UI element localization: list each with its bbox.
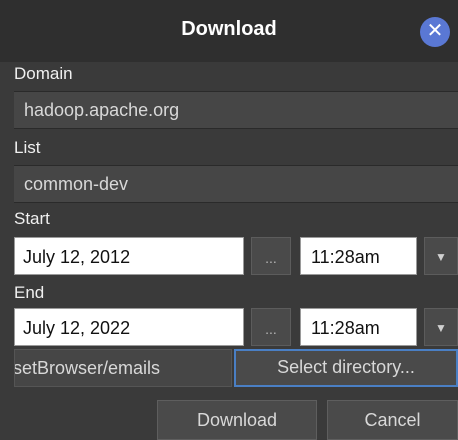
end-time-dropdown-icon[interactable]: ▼ bbox=[424, 308, 458, 346]
download-dialog: Download ✕ Domain hadoop.apache.org List… bbox=[0, 0, 458, 440]
end-date-input[interactable]: July 12, 2022 bbox=[14, 308, 244, 346]
list-label: List bbox=[14, 138, 41, 157]
title-bar: Download ✕ bbox=[0, 0, 458, 62]
domain-label: Domain bbox=[14, 64, 73, 83]
start-label: Start bbox=[14, 209, 50, 228]
directory-path-text: setBrowser/emails bbox=[14, 358, 161, 378]
divider bbox=[14, 128, 458, 129]
download-button[interactable]: Download bbox=[157, 400, 317, 440]
close-icon[interactable]: ✕ bbox=[420, 17, 450, 47]
domain-field: hadoop.apache.org bbox=[14, 91, 458, 128]
start-date-picker-button[interactable]: ... bbox=[251, 237, 291, 275]
list-field: common-dev bbox=[14, 165, 458, 202]
start-date-input[interactable]: July 12, 2012 bbox=[14, 237, 244, 275]
end-time-input[interactable]: 11:28am bbox=[300, 308, 417, 346]
dialog-title: Download bbox=[181, 18, 277, 40]
directory-path-field[interactable]: setBrowser/emails bbox=[14, 349, 232, 387]
select-directory-button[interactable]: Select directory... bbox=[234, 349, 458, 387]
start-time-dropdown-icon[interactable]: ▼ bbox=[424, 237, 458, 275]
divider bbox=[14, 202, 458, 203]
start-time-input[interactable]: 11:28am bbox=[300, 237, 417, 275]
end-date-picker-button[interactable]: ... bbox=[251, 308, 291, 346]
end-label: End bbox=[14, 283, 45, 302]
cancel-button[interactable]: Cancel bbox=[327, 400, 458, 440]
